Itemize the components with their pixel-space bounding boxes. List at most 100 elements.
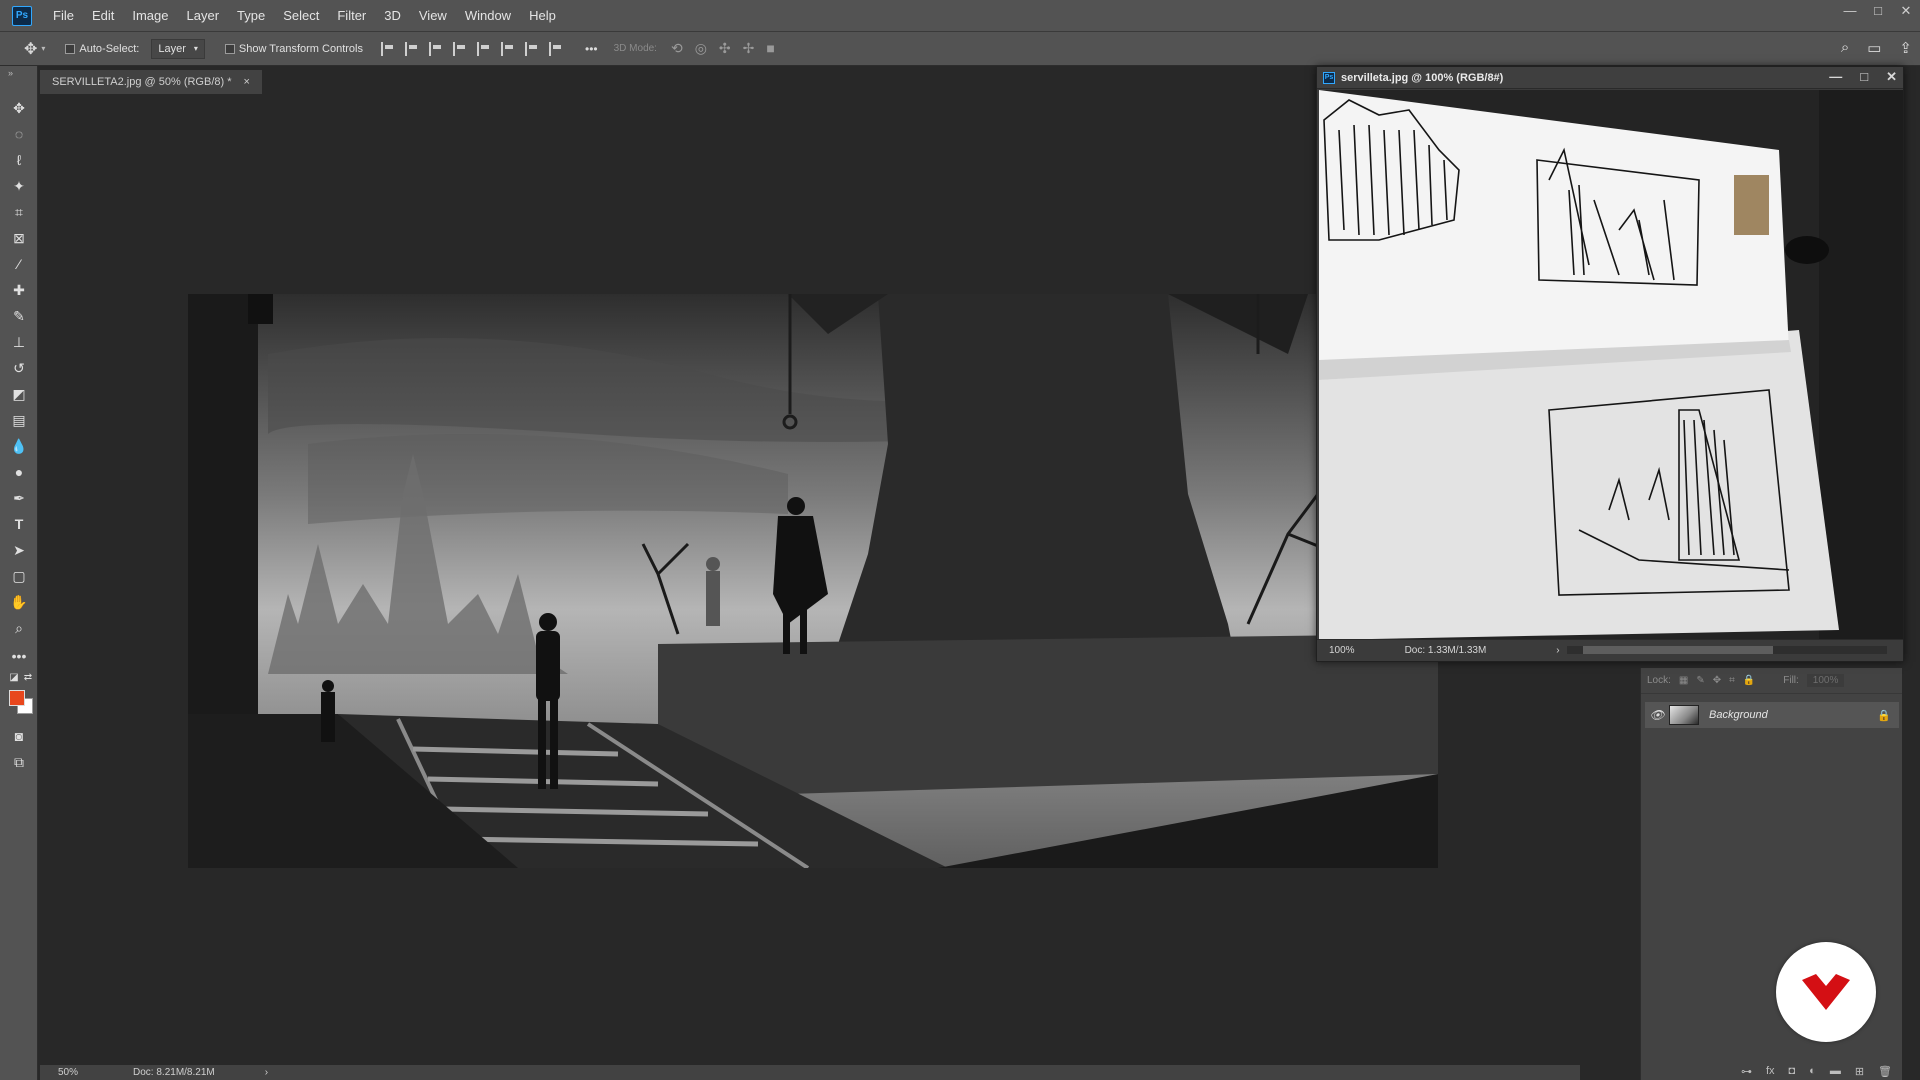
- document-tab[interactable]: SERVILLETA2.jpg @ 50% (RGB/8) * ×: [40, 70, 262, 94]
- panel-collapse-icon[interactable]: »: [8, 68, 13, 78]
- align-bottom-icon[interactable]: [525, 41, 539, 56]
- screen-mode-icon[interactable]: ⧉: [9, 752, 29, 772]
- gradient-icon[interactable]: ▤: [9, 410, 29, 430]
- healing-icon[interactable]: ✚: [9, 280, 29, 300]
- align-center-icon[interactable]: [405, 41, 419, 56]
- napkin-sketch-image[interactable]: [1319, 90, 1903, 640]
- layers-footer: ⊶ fx ◘ ◐ ▬ ⊞ 🗑: [1641, 1062, 1902, 1080]
- options-bar: ✥ ▾ Auto-Select: Layer ▾ Show Transform …: [0, 32, 1920, 66]
- pen-icon[interactable]: ✒: [9, 488, 29, 508]
- fx-icon[interactable]: fx: [1766, 1065, 1775, 1077]
- zoom-level[interactable]: 50%: [58, 1067, 78, 1078]
- magic-wand-icon[interactable]: ✦: [9, 176, 29, 196]
- close-icon[interactable]: ×: [244, 70, 250, 94]
- floating-window-controls: — □ ✕: [1829, 69, 1897, 85]
- new-layer-icon[interactable]: ⊞: [1855, 1065, 1864, 1078]
- type-icon[interactable]: T: [9, 514, 29, 534]
- channel-logo-watermark: [1776, 942, 1876, 1042]
- layer-row-background[interactable]: 👁 Background 🔒: [1645, 702, 1899, 728]
- slide-3d-icon[interactable]: ✢: [743, 40, 755, 57]
- align-top-icon[interactable]: [477, 41, 491, 56]
- visibility-eye-icon[interactable]: 👁: [1645, 708, 1669, 722]
- status-menu-arrow-icon[interactable]: ›: [265, 1067, 268, 1078]
- menu-type[interactable]: Type: [228, 0, 274, 32]
- menu-layer[interactable]: Layer: [178, 0, 229, 32]
- quick-mask-icon[interactable]: ◙: [9, 726, 29, 746]
- auto-select-checkbox[interactable]: Auto-Select:: [65, 43, 139, 55]
- shape-icon[interactable]: ▢: [9, 566, 29, 586]
- maximize-button[interactable]: □: [1860, 69, 1868, 85]
- adjustment-layer-icon[interactable]: ◐: [1809, 1065, 1816, 1077]
- delete-layer-icon[interactable]: 🗑: [1878, 1065, 1892, 1078]
- path-select-icon[interactable]: ➤: [9, 540, 29, 560]
- align-right-icon[interactable]: [429, 41, 443, 56]
- tools-panel: » ✥ ◌ ℓ ✦ ⌗ ⊠ ⁄ ✚ ✎ ⊥ ↺ ◩ ▤ 💧 ● ✒ T ➤ ▢ …: [0, 66, 38, 1080]
- hand-icon[interactable]: ✋: [9, 592, 29, 612]
- lock-transparent-icon[interactable]: ▦: [1679, 675, 1688, 686]
- lasso-icon[interactable]: ℓ: [9, 150, 29, 170]
- lock-paint-icon[interactable]: ✎: [1696, 675, 1704, 686]
- fill-value-input[interactable]: 100%: [1806, 674, 1845, 687]
- more-options-button[interactable]: •••: [585, 42, 598, 56]
- move-icon[interactable]: ✥: [9, 98, 29, 118]
- align-buttons: [381, 41, 563, 56]
- menu-filter[interactable]: Filter: [328, 0, 375, 32]
- share-icon[interactable]: ⇪: [1899, 39, 1912, 57]
- lock-move-icon[interactable]: ✥: [1713, 675, 1721, 686]
- main-canvas-image[interactable]: [188, 294, 1438, 868]
- eraser-icon[interactable]: ◩: [9, 384, 29, 404]
- menu-file[interactable]: File: [44, 0, 83, 32]
- blur-icon[interactable]: 💧: [9, 436, 29, 456]
- pan-3d-icon[interactable]: ✣: [719, 40, 731, 57]
- scale-3d-icon[interactable]: ■: [766, 40, 774, 57]
- frame-icon[interactable]: ⊠: [9, 228, 29, 248]
- show-transform-checkbox[interactable]: Show Transform Controls: [224, 43, 363, 55]
- menu-edit[interactable]: Edit: [83, 0, 123, 32]
- link-layers-icon[interactable]: ⊶: [1741, 1065, 1752, 1078]
- distribute-vertical-icon[interactable]: [549, 41, 563, 56]
- move-tool-preset-icon[interactable]: ✥: [24, 39, 37, 59]
- menu-view[interactable]: View: [410, 0, 456, 32]
- swap-colors-icon[interactable]: ⇄: [18, 668, 38, 688]
- foreground-color-swatch[interactable]: [9, 690, 25, 706]
- menu-select[interactable]: Select: [274, 0, 328, 32]
- maximize-button[interactable]: □: [1864, 0, 1892, 24]
- marquee-icon[interactable]: ◌: [9, 124, 29, 144]
- close-button[interactable]: ✕: [1886, 69, 1897, 85]
- add-mask-icon[interactable]: ◘: [1789, 1065, 1796, 1077]
- orbit-3d-icon[interactable]: ⟲: [671, 40, 683, 57]
- lock-all-icon[interactable]: 🔒: [1743, 675, 1755, 686]
- lock-artboard-icon[interactable]: ⌗: [1729, 675, 1735, 686]
- close-button[interactable]: ✕: [1892, 0, 1920, 24]
- new-group-icon[interactable]: ▬: [1830, 1065, 1841, 1077]
- menu-window[interactable]: Window: [456, 0, 520, 32]
- floating-window-titlebar[interactable]: Ps servilleta.jpg @ 100% (RGB/8#) — □ ✕: [1317, 67, 1903, 89]
- eyedropper-icon[interactable]: ⁄: [9, 254, 29, 274]
- search-icon[interactable]: ⌕: [1841, 39, 1849, 57]
- workspace-icon[interactable]: ▭: [1867, 39, 1881, 57]
- horizontal-scrollbar[interactable]: [1567, 646, 1887, 654]
- more-tools-icon[interactable]: •••: [9, 646, 29, 666]
- minimize-button[interactable]: —: [1836, 0, 1864, 24]
- zoom-icon[interactable]: ⌕: [9, 618, 29, 638]
- align-left-icon[interactable]: [381, 41, 395, 56]
- crop-icon[interactable]: ⌗: [9, 202, 29, 222]
- auto-select-target-dropdown[interactable]: Layer ▾: [151, 38, 205, 59]
- menu-image[interactable]: Image: [123, 0, 177, 32]
- align-middle-icon[interactable]: [501, 41, 515, 56]
- chevron-down-icon[interactable]: ▾: [41, 44, 45, 53]
- menu-3d[interactable]: 3D: [375, 0, 410, 32]
- brush-icon[interactable]: ✎: [9, 306, 29, 326]
- floating-zoom-level[interactable]: 100%: [1329, 645, 1355, 656]
- distribute-horizontal-icon[interactable]: [453, 41, 467, 56]
- dodge-icon[interactable]: ●: [9, 462, 29, 482]
- menu-help[interactable]: Help: [520, 0, 565, 32]
- roll-3d-icon[interactable]: ◎: [695, 40, 707, 57]
- history-brush-icon[interactable]: ↺: [9, 358, 29, 378]
- scrollbar-thumb[interactable]: [1583, 646, 1773, 654]
- stamp-icon[interactable]: ⊥: [9, 332, 29, 352]
- lock-label: Lock:: [1647, 675, 1671, 686]
- window-controls: — □ ✕: [1836, 0, 1920, 24]
- minimize-button[interactable]: —: [1829, 69, 1842, 85]
- status-menu-arrow-icon[interactable]: ›: [1556, 645, 1559, 656]
